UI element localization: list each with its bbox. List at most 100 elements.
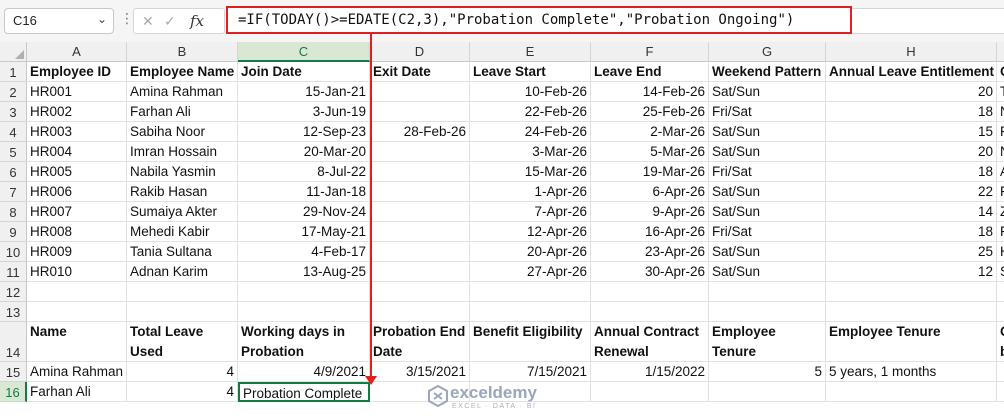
cell-f10[interactable]: 23-Apr-26	[591, 242, 709, 262]
cell-f9[interactable]: 16-Apr-26	[591, 222, 709, 242]
cell-h5[interactable]: 20	[826, 142, 997, 162]
cell-h1[interactable]: Annual Leave Entitlement	[826, 62, 997, 82]
cell-i2[interactable]: T	[997, 82, 1004, 102]
cell-g5[interactable]: Sat/Sun	[709, 142, 826, 162]
cell-b15[interactable]: 4	[127, 362, 238, 382]
chevron-down-icon[interactable]: ⌄	[97, 12, 107, 26]
row-header-2[interactable]: 2	[0, 82, 27, 102]
cell-d13[interactable]	[370, 302, 470, 322]
cell-e11[interactable]: 27-Apr-26	[470, 262, 591, 282]
cell-e4[interactable]: 24-Feb-26	[470, 122, 591, 142]
row-header-5[interactable]: 5	[0, 142, 27, 162]
cell-c6[interactable]: 8-Jul-22	[238, 162, 370, 182]
column-header-c[interactable]: C	[238, 42, 370, 62]
cell-d15[interactable]: 3/15/2021	[370, 362, 470, 382]
cell-a12[interactable]	[27, 282, 127, 302]
cell-f1[interactable]: Leave End	[591, 62, 709, 82]
cell-g6[interactable]: Fri/Sat	[709, 162, 826, 182]
cell-b1[interactable]: Employee Name	[127, 62, 238, 82]
cell-c5[interactable]: 20-Mar-20	[238, 142, 370, 162]
row-header-7[interactable]: 7	[0, 182, 27, 202]
cell-g14[interactable]: Employee Tenure	[709, 322, 826, 362]
cell-d3[interactable]	[370, 102, 470, 122]
cell-i5[interactable]: N	[997, 142, 1004, 162]
cell-f11[interactable]: 30-Apr-26	[591, 262, 709, 282]
cell-i12[interactable]	[997, 282, 1004, 302]
column-header-f[interactable]: F	[591, 42, 709, 62]
cell-b7[interactable]: Rakib Hasan	[127, 182, 238, 202]
cell-i3[interactable]: N	[997, 102, 1004, 122]
cell-c10[interactable]: 4-Feb-17	[238, 242, 370, 262]
cell-e8[interactable]: 7-Apr-26	[470, 202, 591, 222]
cell-c13[interactable]	[238, 302, 370, 322]
cell-b3[interactable]: Farhan Ali	[127, 102, 238, 122]
insert-function-icon[interactable]: fx	[190, 12, 204, 30]
cell-b2[interactable]: Amina Rahman	[127, 82, 238, 102]
cell-c11[interactable]: 13-Aug-25	[238, 262, 370, 282]
cell-c1[interactable]: Join Date	[238, 62, 370, 82]
cell-d9[interactable]	[370, 222, 470, 242]
row-header-8[interactable]: 8	[0, 202, 27, 222]
cell-e13[interactable]	[470, 302, 591, 322]
row-header-9[interactable]: 9	[0, 222, 27, 242]
cell-b5[interactable]: Imran Hossain	[127, 142, 238, 162]
cell-a15[interactable]: Amina Rahman	[27, 362, 127, 382]
cell-a11[interactable]: HR010	[27, 262, 127, 282]
cell-i16[interactable]	[997, 382, 1004, 402]
cell-g11[interactable]: Sat/Sun	[709, 262, 826, 282]
cell-f6[interactable]: 19-Mar-26	[591, 162, 709, 182]
cell-h8[interactable]: 14	[826, 202, 997, 222]
cell-e10[interactable]: 20-Apr-26	[470, 242, 591, 262]
cell-f4[interactable]: 2-Mar-26	[591, 122, 709, 142]
cell-d1[interactable]: Exit Date	[370, 62, 470, 82]
formula-input-extension[interactable]	[852, 8, 1004, 34]
cell-i14[interactable]: C b	[997, 322, 1004, 362]
cell-h4[interactable]: 15	[826, 122, 997, 142]
cell-e5[interactable]: 3-Mar-26	[470, 142, 591, 162]
cell-f5[interactable]: 5-Mar-26	[591, 142, 709, 162]
cell-c16[interactable]: Probation Complete	[238, 382, 370, 402]
column-header-a[interactable]: A	[27, 42, 127, 62]
cell-h2[interactable]: 20	[826, 82, 997, 102]
cell-i11[interactable]: S	[997, 262, 1004, 282]
cell-h13[interactable]	[826, 302, 997, 322]
cell-b6[interactable]: Nabila Yasmin	[127, 162, 238, 182]
row-header-10[interactable]: 10	[0, 242, 27, 262]
cell-f13[interactable]	[591, 302, 709, 322]
cell-g3[interactable]: Fri/Sat	[709, 102, 826, 122]
cell-c8[interactable]: 29-Nov-24	[238, 202, 370, 222]
cell-b4[interactable]: Sabiha Noor	[127, 122, 238, 142]
cell-c12[interactable]	[238, 282, 370, 302]
name-box[interactable]: C16 ⌄	[4, 8, 114, 34]
cell-d11[interactable]	[370, 262, 470, 282]
cell-h14[interactable]: Employee Tenure	[826, 322, 997, 362]
cell-f15[interactable]: 1/15/2022	[591, 362, 709, 382]
cell-h11[interactable]: 12	[826, 262, 997, 282]
cell-i1[interactable]: O	[997, 62, 1004, 82]
cell-e12[interactable]	[470, 282, 591, 302]
cancel-icon[interactable]: ✕	[142, 13, 154, 30]
cell-a6[interactable]: HR005	[27, 162, 127, 182]
cell-i15[interactable]	[997, 362, 1004, 382]
row-header-13[interactable]: 13	[0, 302, 27, 322]
cell-h15[interactable]: 5 years, 1 months	[826, 362, 997, 382]
cell-a4[interactable]: HR003	[27, 122, 127, 142]
cell-a1[interactable]: Employee ID	[27, 62, 127, 82]
cell-f3[interactable]: 25-Feb-26	[591, 102, 709, 122]
cell-g16[interactable]	[709, 382, 826, 402]
row-header-14[interactable]: 14	[0, 322, 27, 362]
cell-f8[interactable]: 9-Apr-26	[591, 202, 709, 222]
cell-b9[interactable]: Mehedi Kabir	[127, 222, 238, 242]
row-header-6[interactable]: 6	[0, 162, 27, 182]
cell-e15[interactable]: 7/15/2021	[470, 362, 591, 382]
row-header-11[interactable]: 11	[0, 262, 27, 282]
cell-i8[interactable]: Z	[997, 202, 1004, 222]
column-header-e[interactable]: E	[470, 42, 591, 62]
cell-a5[interactable]: HR004	[27, 142, 127, 162]
formula-input[interactable]: =IF(TODAY()>=EDATE(C2,3),"Probation Comp…	[226, 6, 852, 34]
cell-d4[interactable]: 28-Feb-26	[370, 122, 470, 142]
cell-c2[interactable]: 15-Jan-21	[238, 82, 370, 102]
cell-b8[interactable]: Sumaiya Akter	[127, 202, 238, 222]
cell-e14[interactable]: Benefit Eligibility	[470, 322, 591, 362]
cell-i13[interactable]	[997, 302, 1004, 322]
